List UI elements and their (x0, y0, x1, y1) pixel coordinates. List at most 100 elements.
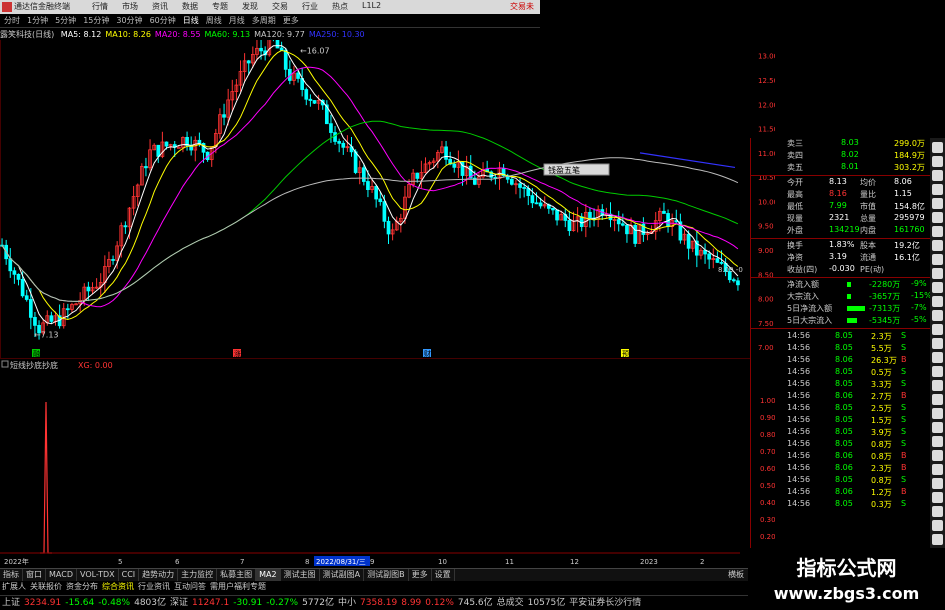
side-tool-icon[interactable] (932, 534, 943, 545)
period-10[interactable]: 更多 (283, 15, 299, 26)
side-tool-icon[interactable] (932, 226, 943, 237)
app-logo-icon (2, 2, 12, 12)
side-tool-icon[interactable] (932, 506, 943, 517)
side-tool-icon[interactable] (932, 212, 943, 223)
ask-price: 8.02 (841, 150, 859, 159)
info-tab[interactable]: 关联报价 (28, 581, 64, 593)
side-tool-icon[interactable] (932, 408, 943, 419)
event-marker[interactable]: 涨 (233, 349, 241, 358)
indicator-chart[interactable]: 短线抄底抄底 XG: 0.001.000.900.800.700.600.500.… (0, 358, 775, 566)
ticker-item: 745.6亿 (457, 598, 493, 608)
candle (711, 248, 716, 269)
event-marker[interactable]: 融 (32, 349, 40, 358)
menu-item[interactable]: 数据 (182, 1, 198, 12)
side-tool-icon[interactable] (932, 366, 943, 377)
trade-label[interactable]: 交易未 (510, 1, 534, 12)
side-tool-icon[interactable] (932, 352, 943, 363)
kline-chart[interactable]: ←16.07 ←7.13 8.09 -0 融 涨 财 预 钱盈五笔 13.00 12.50 12.0… (0, 40, 775, 358)
indicator-tab[interactable]: MA2 (256, 569, 281, 581)
indicator-tab[interactable]: 私募主图 (217, 569, 257, 581)
side-tool-icon[interactable] (932, 282, 943, 293)
side-tool-icon[interactable] (932, 520, 943, 531)
menu-item[interactable]: 行情 (92, 1, 108, 12)
candle (633, 223, 638, 248)
tick-price: 8.06 (835, 463, 853, 472)
indicator-icon[interactable] (1, 360, 9, 368)
event-marker[interactable]: 预 (621, 349, 629, 358)
event-marker[interactable]: 财 (423, 349, 431, 358)
tick-row: 14:56 8.05 1.5万 S (751, 415, 931, 427)
flow-value: -2280万 (869, 280, 901, 289)
indicator-tab[interactable]: 趋势动力 (139, 569, 179, 581)
menu-item[interactable]: 市场 (122, 1, 138, 12)
menu-item[interactable]: L1L2 (362, 1, 381, 12)
side-tool-icon[interactable] (932, 268, 943, 279)
period-7[interactable]: 周线 (206, 15, 222, 26)
indicator-tab[interactable]: MACD (46, 569, 77, 581)
tick-price: 8.05 (835, 379, 853, 388)
side-tool-icon[interactable] (932, 436, 943, 447)
side-tool-icon[interactable] (932, 338, 943, 349)
side-tool-icon[interactable] (932, 254, 943, 265)
info-tab[interactable]: 扩展人 (0, 581, 28, 593)
info-tab[interactable]: 综合资讯 (100, 581, 136, 593)
side-tool-icon[interactable] (932, 450, 943, 461)
info-tab[interactable]: 互动问答 (172, 581, 208, 593)
candle (703, 243, 707, 264)
period-9[interactable]: 多周期 (252, 15, 276, 26)
side-tool-icon[interactable] (932, 198, 943, 209)
period-1[interactable]: 1分钟 (27, 15, 48, 26)
period-4[interactable]: 30分钟 (116, 15, 142, 26)
side-tool-icon[interactable] (932, 324, 943, 335)
side-tool-icon[interactable] (932, 464, 943, 475)
menu-item[interactable]: 交易 (272, 1, 288, 12)
mode-label[interactable]: 横板 (728, 569, 744, 580)
indicator-tab[interactable]: 测试副图B (364, 569, 409, 581)
side-tool-icon[interactable] (932, 142, 943, 153)
stat-row: 外盘 134219 内盘 161760 (751, 225, 931, 237)
stat-value: 7.99 (829, 201, 847, 210)
menu-item[interactable]: 资讯 (152, 1, 168, 12)
period-6[interactable]: 日线 (183, 15, 199, 26)
info-tab[interactable]: 资金分布 (64, 581, 100, 593)
period-0[interactable]: 分时 (4, 15, 20, 26)
popup-box[interactable]: 钱盈五笔 (543, 163, 610, 176)
side-tool-icon[interactable] (932, 422, 943, 433)
tick-row: 14:56 8.05 0.5万 S (751, 367, 931, 379)
side-tool-icon[interactable] (932, 184, 943, 195)
side-tool-icon[interactable] (932, 170, 943, 181)
period-8[interactable]: 月线 (229, 15, 245, 26)
info-tab[interactable]: 需用户福利专题 (208, 581, 268, 593)
indicator-tab[interactable]: 更多 (409, 569, 432, 581)
indicator-tab[interactable]: 指标 (0, 569, 23, 581)
side-tool-icon[interactable] (932, 310, 943, 321)
candle (8, 248, 13, 278)
tick-time: 14:56 (787, 379, 811, 388)
menu-item[interactable]: 专题 (212, 1, 228, 12)
menu-item[interactable]: 热点 (332, 1, 348, 12)
info-tab[interactable]: 行业资讯 (136, 581, 172, 593)
period-5[interactable]: 60分钟 (150, 15, 176, 26)
side-tool-icon[interactable] (932, 492, 943, 503)
side-tool-icon[interactable] (932, 240, 943, 251)
ticker-item: 8.99 (401, 598, 422, 608)
period-3[interactable]: 15分钟 (83, 15, 109, 26)
side-tool-icon[interactable] (932, 380, 943, 391)
signal-spike (40, 401, 52, 554)
menu-item[interactable]: 行业 (302, 1, 318, 12)
indicator-tab[interactable]: 主力监控 (178, 569, 218, 581)
indicator-tab[interactable]: 测试主图 (281, 569, 320, 581)
indicator-tab[interactable]: 窗口 (23, 569, 46, 581)
indicator-tab[interactable]: 设置 (432, 569, 455, 581)
indicator-tab[interactable]: 测试副图A (320, 569, 365, 581)
side-tool-icon[interactable] (932, 394, 943, 405)
side-tool-icon[interactable] (932, 478, 943, 489)
menu-item[interactable]: 发现 (242, 1, 258, 12)
date-label: 2022/08/31/三 (314, 556, 370, 566)
side-tool-icon[interactable] (932, 296, 943, 307)
side-tool-icon[interactable] (932, 156, 943, 167)
indicator-tab[interactable]: CCI (119, 569, 140, 581)
period-2[interactable]: 5分钟 (55, 15, 76, 26)
indicator-tab[interactable]: VOL-TDX (77, 569, 119, 581)
candle (374, 184, 379, 208)
